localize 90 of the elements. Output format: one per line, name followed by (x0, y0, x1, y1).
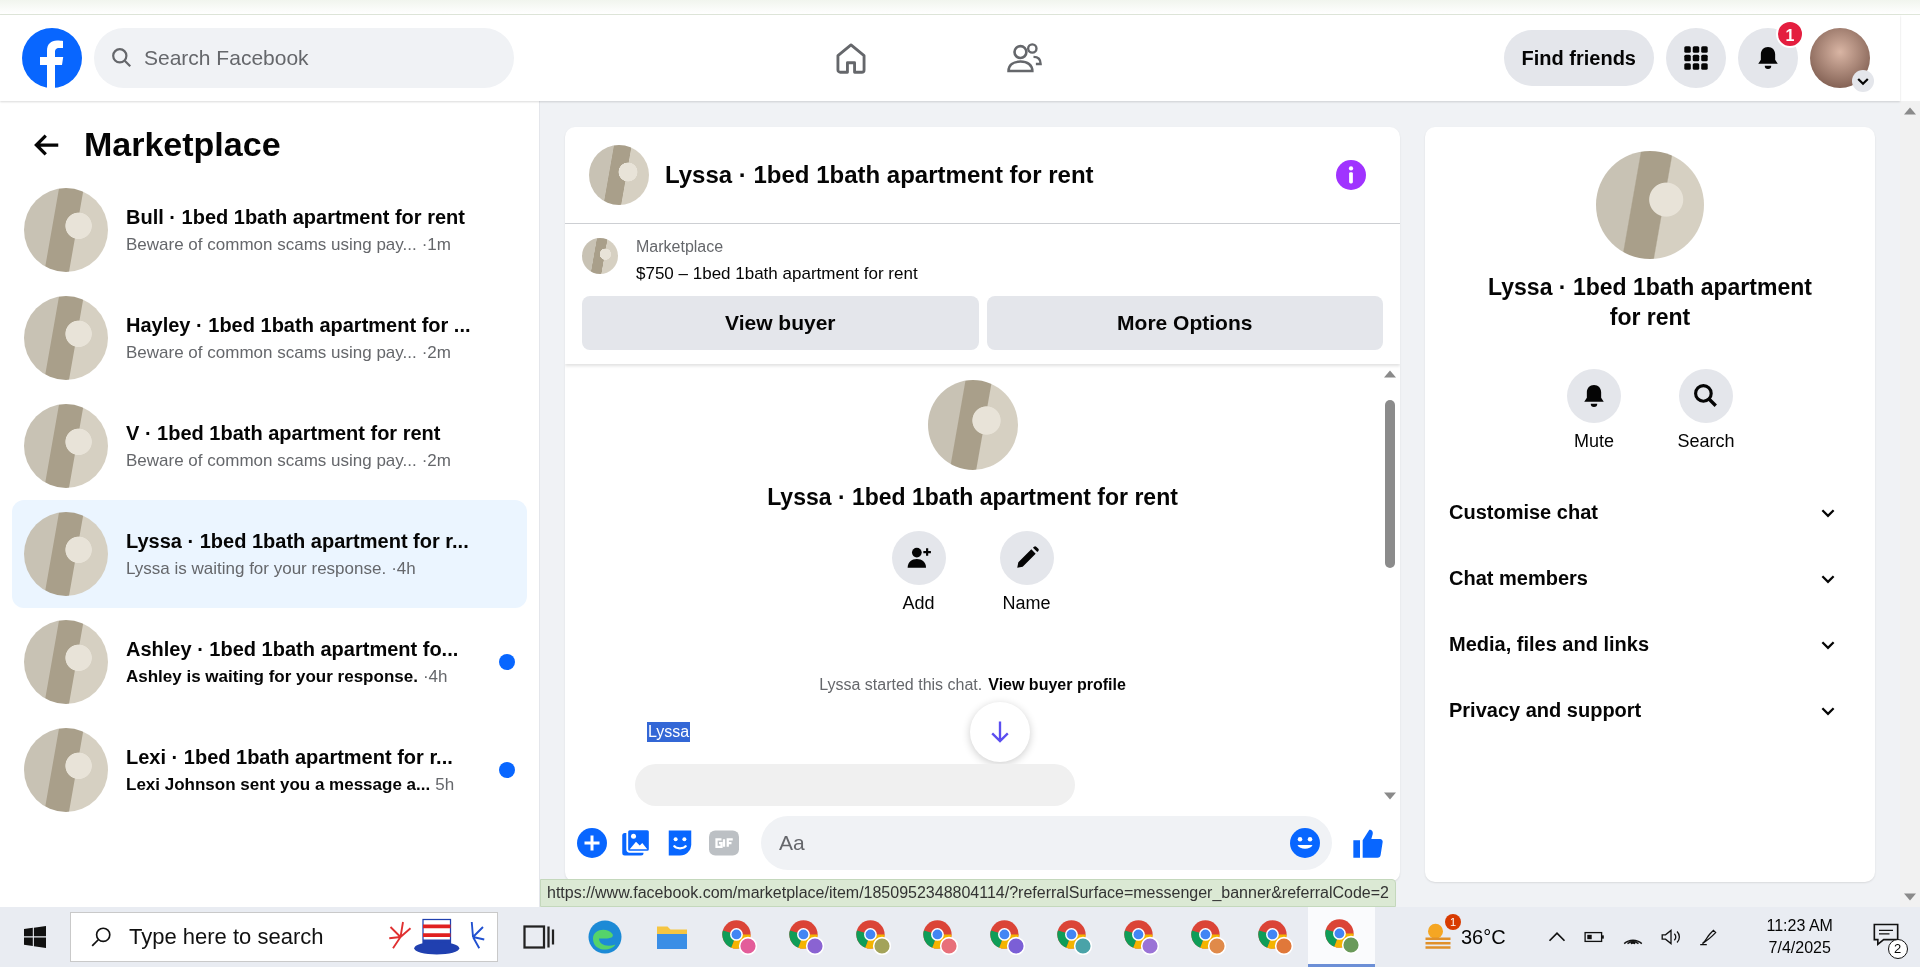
mute-button[interactable] (1567, 368, 1621, 423)
accordion-section[interactable]: Chat members (1449, 545, 1853, 612)
temperature[interactable]: 36°C (1461, 925, 1506, 949)
conversation-title: Hayley · 1bed 1bath apartment for ... (126, 313, 472, 337)
message-time: ·1m (421, 234, 451, 255)
clock[interactable]: 11:23 AM 7/4/2025 (1749, 917, 1850, 957)
message-preview: Beware of common scams using pay... (126, 450, 417, 471)
message-preview: Ashley is waiting for your response. (126, 666, 418, 687)
message-preview: Beware of common scams using pay... (126, 234, 417, 255)
scroll-up-arrow-icon[interactable] (1384, 370, 1396, 378)
scroll-down-arrow-icon[interactable] (1904, 893, 1916, 901)
action-label: Add (902, 593, 935, 614)
photo-placeholder (582, 238, 618, 274)
accordion-section[interactable]: Media, files and links (1449, 611, 1853, 678)
action-label: Search (1677, 430, 1735, 452)
chat-intro-title: Lyssa · 1bed 1bath apartment for rent (767, 484, 1178, 511)
chat-title: Lyssa · 1bed 1bath apartment for rent (665, 161, 1095, 189)
message-time: 5h (435, 774, 455, 795)
clock-date: 7/4/2025 (1768, 939, 1831, 957)
notification-count-badge: 1 (1776, 20, 1804, 48)
action-label: Name (1002, 593, 1051, 614)
scroll-down-arrow-icon[interactable] (1384, 792, 1396, 800)
details-title: Lyssa · 1bed 1bath apartment for rent (1487, 273, 1813, 332)
conversation-title: V · 1bed 1bath apartment for rent (126, 421, 442, 445)
unread-dot (499, 762, 515, 778)
conversation-title: Bull · 1bed 1bath apartment for rent (126, 205, 466, 229)
conversation-item[interactable]: Lyssa · 1bed 1bath apartment for r... Lyssa is waiting for your response. ·4h (12, 500, 527, 608)
search-icon (111, 47, 133, 69)
image-icon[interactable] (621, 828, 651, 858)
search-icon (90, 926, 112, 948)
add-person-icon (905, 545, 932, 571)
conversation-item[interactable]: Ashley · 1bed 1bath apartment fo... Ashley is waiting for your response. ·4h (12, 608, 527, 716)
sidebar-title: Marketplace (84, 125, 281, 164)
find-friends-button[interactable]: Find friends (1503, 30, 1654, 86)
menu-button[interactable] (1666, 28, 1726, 88)
windows-start-icon[interactable] (24, 926, 46, 948)
message-time: ·2m (421, 342, 451, 363)
listing-source: Marketplace (636, 238, 725, 256)
search-button[interactable] (1679, 368, 1733, 423)
listing-action-button[interactable]: More Options (986, 296, 1383, 350)
view-buyer-profile-link[interactable]: View buyer profile (988, 676, 1126, 694)
sender-name: Lyssa (647, 722, 691, 742)
conversation-title: Lexi · 1bed 1bath apartment for r... (126, 745, 454, 769)
bell-icon (1581, 382, 1607, 409)
accordion-section[interactable]: Privacy and support (1449, 677, 1853, 744)
info-icon[interactable] (1336, 160, 1366, 190)
scroll-up-arrow-icon[interactable] (1904, 107, 1916, 115)
listing-action-button[interactable]: View buyer (582, 296, 979, 350)
conversation-item[interactable]: V · 1bed 1bath apartment for rent Beware of common scams using pay... ·2m (12, 392, 527, 500)
scroll-down-button[interactable] (970, 702, 1031, 762)
chat-started-notice: Lyssa started this chat. (819, 676, 983, 694)
action-label: Mute (1574, 430, 1614, 452)
clock-time: 11:23 AM (1766, 917, 1833, 935)
link-status-url: https://www.facebook.com/marketplace/item/1850952348804114/?referralSurface=messenger_banner&referralCode=2 (540, 879, 1396, 907)
message-preview: Beware of common scams using pay... (126, 342, 417, 363)
notifications-button[interactable] (1738, 28, 1798, 88)
add-person-button[interactable] (891, 531, 946, 585)
rename-button[interactable] (999, 531, 1054, 585)
profile-avatar[interactable] (1810, 28, 1870, 88)
grid-icon (1683, 45, 1709, 71)
photo-placeholder (589, 145, 649, 205)
message-time: ·4h (391, 558, 416, 579)
speaker-icon[interactable] (1659, 927, 1682, 947)
message-time: ·2m (421, 450, 451, 471)
conversation-title: Ashley · 1bed 1bath apartment fo... (126, 637, 460, 661)
listing-summary[interactable]: $750 – 1bed 1bath apartment for rent (636, 264, 918, 284)
thumbs-up-icon[interactable] (1352, 827, 1384, 859)
accordion-section[interactable]: Customise chat (1449, 479, 1853, 546)
conversation-item[interactable]: Lexi · 1bed 1bath apartment for r... Lexi Johnson sent you a message a... 5h (12, 716, 527, 824)
conversation-item[interactable]: Hayley · 1bed 1bath apartment for ... Beware of common scams using pay... ·2m (12, 284, 527, 392)
bell-icon (1755, 45, 1781, 71)
chevron-down-icon[interactable] (1852, 70, 1874, 92)
message-preview: Lyssa is waiting for your response. (126, 558, 387, 579)
message-input-field[interactable]: Aa (761, 816, 1332, 870)
smiley-icon[interactable] (1290, 828, 1320, 858)
edge-browser-icon (586, 919, 623, 955)
taskbar-search-field[interactable]: Type here to search (70, 912, 498, 962)
message-preview: Lexi Johnson sent you a message a... (126, 774, 431, 795)
search-icon (1693, 382, 1719, 409)
page-scrollbar[interactable] (1900, 101, 1920, 907)
plus-circle-icon[interactable] (577, 828, 607, 858)
weather-alert-badge: 1 (1445, 914, 1461, 930)
notification-count-badge: 2 (1887, 939, 1908, 959)
scrollbar-thumb[interactable] (1385, 400, 1395, 568)
search-field[interactable]: Search Facebook (94, 28, 514, 88)
facebook-logo[interactable] (22, 28, 82, 88)
conversation-title: Lyssa · 1bed 1bath apartment for r... (126, 529, 470, 553)
unread-dot (499, 654, 515, 670)
message-time: ·4h (422, 666, 448, 687)
conversation-item[interactable]: Bull · 1bed 1bath apartment for rent Beware of common scams using pay... ·1m (12, 176, 527, 284)
